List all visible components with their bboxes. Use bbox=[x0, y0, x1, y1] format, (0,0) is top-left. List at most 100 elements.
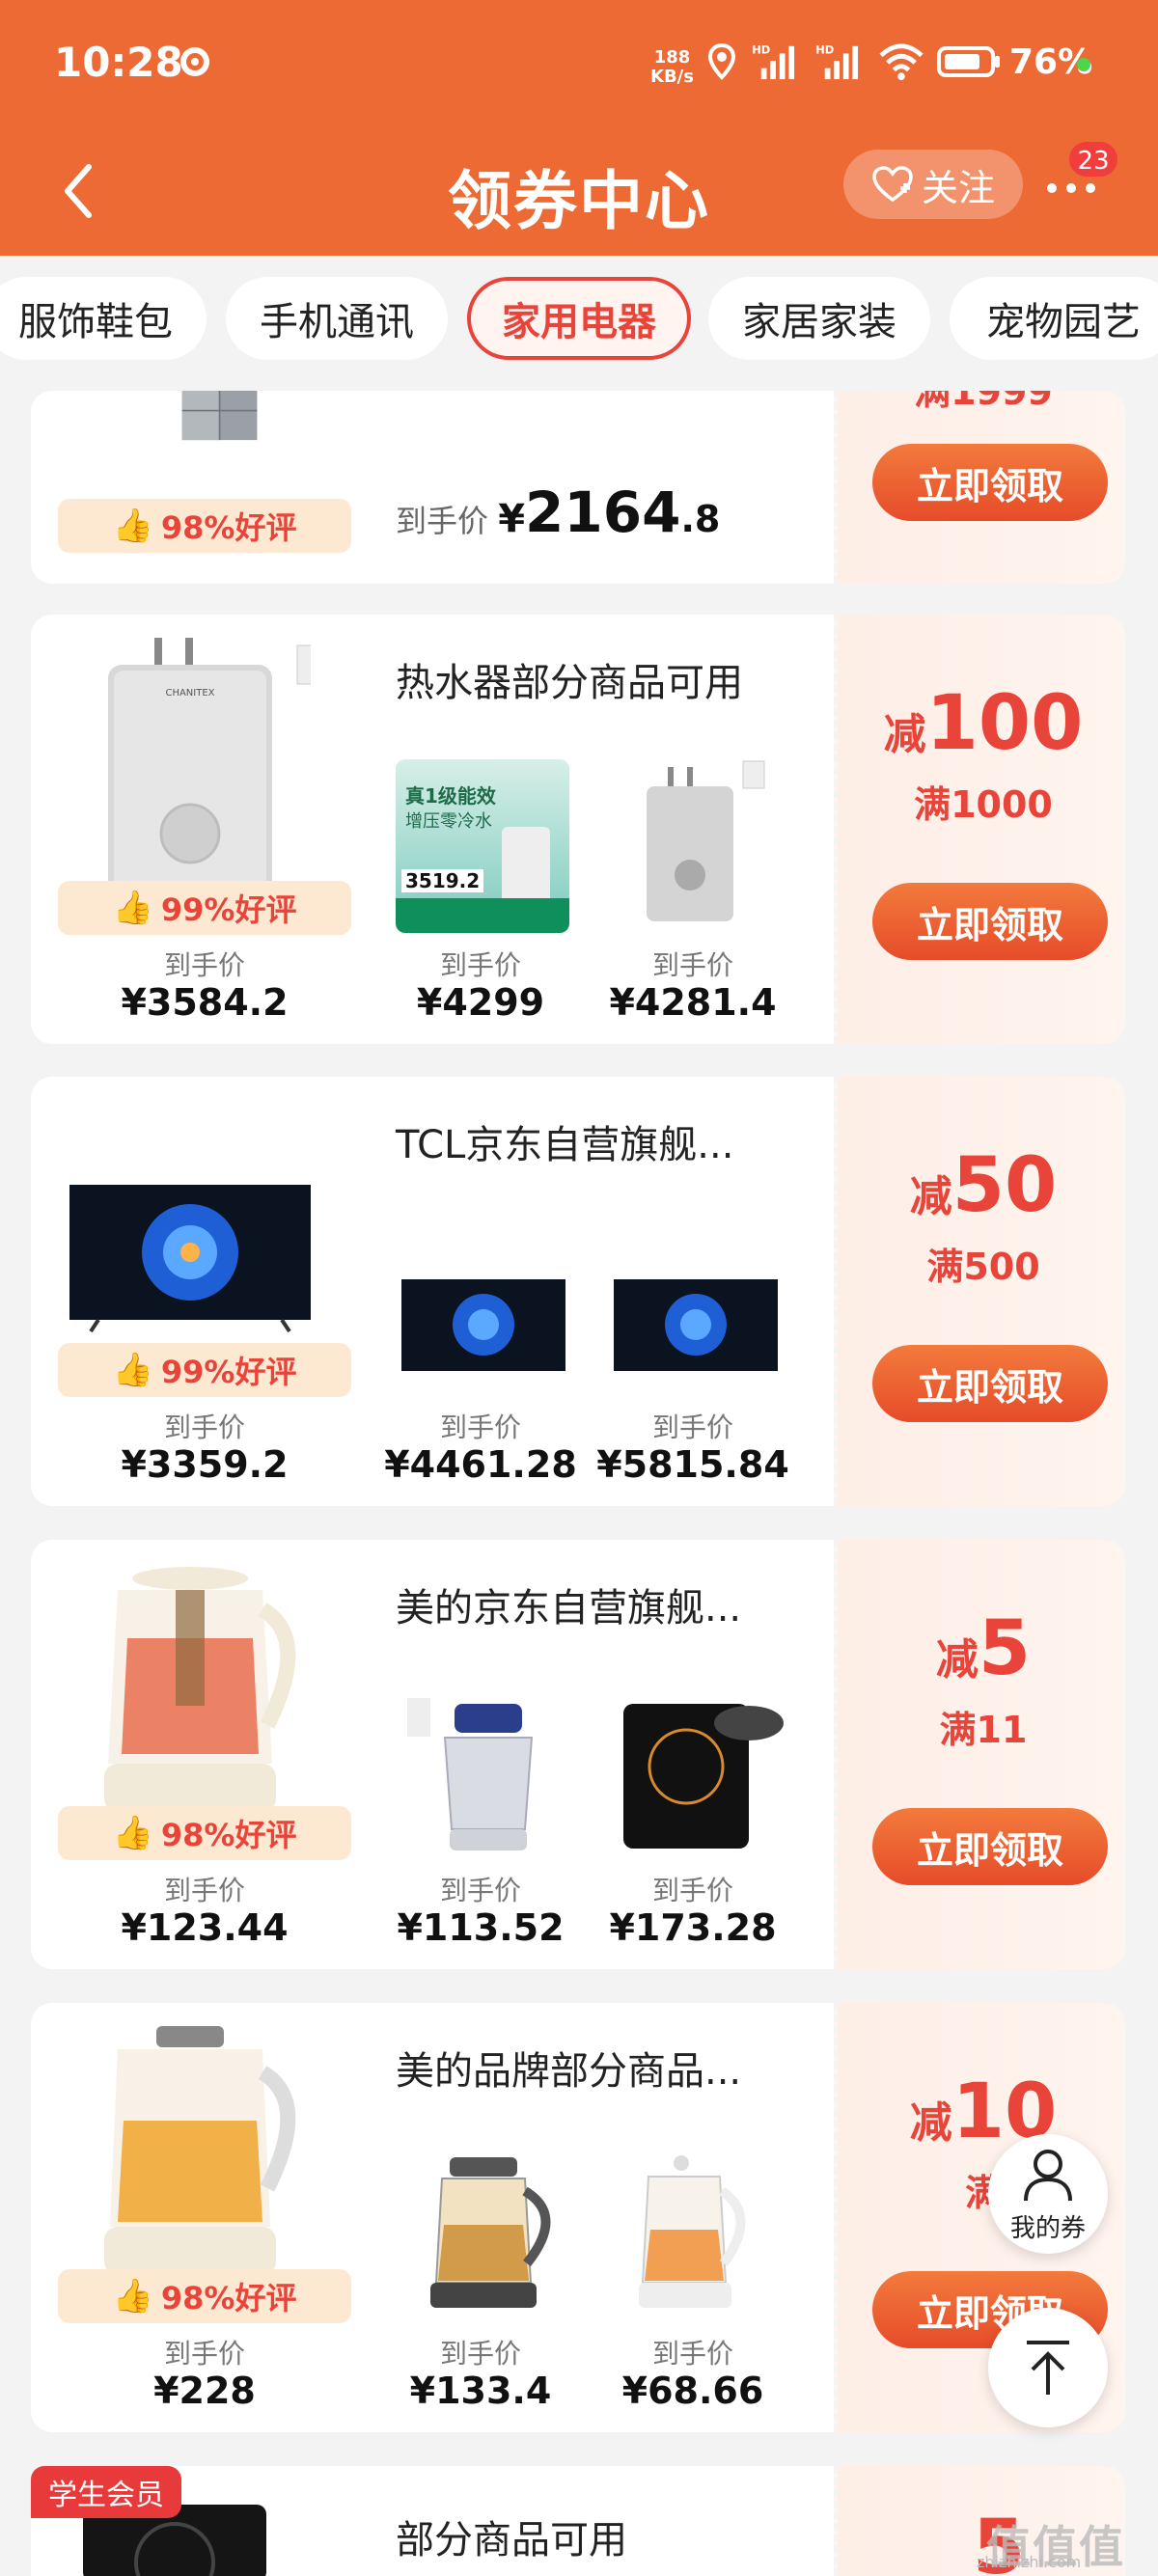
tab-home-decor[interactable]: 家居家装 bbox=[708, 277, 930, 360]
kettle-image bbox=[639, 2155, 746, 2308]
charging-dot bbox=[1077, 58, 1090, 71]
price-label: 到手价 bbox=[651, 1411, 733, 1443]
tv-image bbox=[69, 1185, 311, 1333]
price-value: ¥113.52 bbox=[397, 1906, 565, 1949]
price-value: ¥173.28 bbox=[609, 1906, 777, 1949]
coupon-threshold: 满500 bbox=[926, 1246, 1040, 1288]
header: 10:28 188 KB/s HD HD 76% 领券中心 关注 23 bbox=[0, 0, 1158, 256]
tv-image bbox=[614, 1279, 778, 1371]
rating-badge: 👍 99%好评 bbox=[58, 1343, 351, 1397]
category-tabs: 服饰鞋包 手机通讯 家用电器 家居家装 宠物园艺 bbox=[0, 256, 1158, 391]
my-coupons-button[interactable]: 我的券 bbox=[988, 2134, 1108, 2254]
price-label: 到手价 bbox=[651, 1875, 733, 1906]
induction-cooker-image bbox=[623, 1704, 784, 1849]
location-icon bbox=[707, 42, 736, 80]
price-label: 到手价 bbox=[439, 1875, 521, 1906]
claim-button[interactable]: 立即领取 bbox=[872, 444, 1108, 521]
wifi-icon bbox=[879, 43, 924, 81]
watermark-url: zhizhizhi.com bbox=[977, 2553, 1082, 2571]
price-label: 到手价 bbox=[163, 949, 245, 981]
signal-2-icon: HD bbox=[815, 42, 859, 80]
svg-text:HD: HD bbox=[815, 42, 834, 56]
price-value: ¥4299 bbox=[416, 981, 545, 1024]
arrow-up-icon bbox=[1027, 2341, 1069, 2395]
signal-1-icon: HD bbox=[752, 42, 795, 80]
svg-text:CHANITEX: CHANITEX bbox=[165, 688, 214, 699]
tv-image bbox=[401, 1279, 565, 1371]
coupon-title: 热水器部分商品可用 bbox=[396, 661, 743, 705]
student-member-badge: 学生会员 bbox=[31, 2466, 181, 2518]
price-value: ¥133.4 bbox=[409, 2370, 552, 2412]
coupon-discount: 减10 bbox=[909, 2069, 1058, 2155]
status-time: 10:28 bbox=[54, 39, 183, 86]
coupon-card: 👍 98%好评 美的品牌部分商品... 到手价 ¥228 到手价 ¥133.4 … bbox=[31, 2003, 1125, 2432]
claim-button[interactable]: 立即领取 bbox=[872, 1345, 1108, 1422]
rating-badge: 👍 98%好评 bbox=[58, 2269, 351, 2323]
price-value: ¥4461.28 bbox=[384, 1443, 577, 1486]
coupon-discount: 减50 bbox=[909, 1142, 1058, 1229]
coupon-side: 减50 满500 立即领取 bbox=[834, 1077, 1125, 1506]
thumbs-up-icon: 👍 bbox=[112, 889, 153, 927]
app-notification-icon bbox=[180, 47, 209, 76]
coupon-products: 👍 99%好评 TCL京东自营旗舰... 到手价 ¥3359.2 到手价 ¥44… bbox=[31, 1077, 834, 1506]
tab-home-appliances[interactable]: 家用电器 bbox=[467, 277, 691, 360]
price-value: ¥123.44 bbox=[121, 1906, 289, 1949]
thumbs-up-icon: 👍 bbox=[112, 1814, 153, 1852]
coupon-threshold: 满1000 bbox=[914, 783, 1053, 826]
coupon-card: 👍 98%好评 到手价 ¥2164.8 满1999 立即领取 bbox=[31, 391, 1125, 584]
price-label: 到手价 bbox=[439, 949, 521, 981]
price-label: 到手价 bbox=[163, 1875, 245, 1906]
price-label: 到手价 bbox=[651, 949, 733, 981]
coupon-title: TCL京东自营旗舰... bbox=[396, 1123, 734, 1167]
coupon-products: 👍 98%好评 美的品牌部分商品... 到手价 ¥228 到手价 ¥133.4 … bbox=[31, 2003, 834, 2432]
follow-label: 关注 bbox=[921, 166, 995, 209]
follow-button[interactable]: 关注 bbox=[843, 150, 1023, 219]
health-kettle-image bbox=[104, 2026, 296, 2275]
status-bar: 10:28 188 KB/s HD HD 76% bbox=[0, 0, 1158, 130]
water-heater-ad-image: 真1级能效 增压零冷水 3519.2 bbox=[396, 759, 569, 933]
claim-button[interactable]: 立即领取 bbox=[872, 883, 1108, 960]
coupon-threshold: 满1999 bbox=[914, 391, 1053, 413]
price-value: ¥4281.4 bbox=[609, 981, 777, 1024]
coupon-card: 部分商品可用 5 bbox=[31, 2466, 1125, 2576]
final-price: 到手价 ¥2164.8 bbox=[396, 480, 721, 545]
coupon-card: 👍 99%好评 TCL京东自营旗舰... 到手价 ¥3359.2 到手价 ¥44… bbox=[31, 1077, 1125, 1506]
coupon-title: 美的品牌部分商品... bbox=[396, 2049, 742, 2094]
health-kettle-image bbox=[104, 1567, 296, 1812]
nav-bar: 领券中心 关注 23 bbox=[0, 130, 1158, 256]
price-value: ¥228 bbox=[153, 2370, 256, 2412]
thumbs-up-icon: 👍 bbox=[112, 2277, 153, 2316]
tab-apparel[interactable]: 服饰鞋包 bbox=[0, 277, 207, 360]
thumbs-up-icon: 👍 bbox=[112, 507, 153, 545]
coupon-discount: 减5 bbox=[935, 1605, 1032, 1692]
svg-text:HD: HD bbox=[752, 42, 770, 56]
coupon-products: CHANITEX 👍 99%好评 热水器部分商品可用 真1级能效 增压零冷水 3… bbox=[31, 615, 834, 1044]
coupon-products: 👍 98%好评 到手价 ¥2164.8 bbox=[31, 391, 834, 584]
battery-icon bbox=[937, 46, 1000, 77]
back-to-top-button[interactable] bbox=[988, 2308, 1108, 2427]
price-value: ¥3359.2 bbox=[121, 1443, 289, 1486]
rating-badge: 👍 98%好评 bbox=[58, 1806, 351, 1860]
price-label: 到手价 bbox=[439, 2338, 521, 2370]
claim-button[interactable]: 立即领取 bbox=[872, 1808, 1108, 1885]
price-value: ¥3584.2 bbox=[121, 981, 289, 1024]
coupon-side: 减100 满1000 立即领取 bbox=[834, 615, 1125, 1044]
coupon-threshold: 满11 bbox=[939, 1709, 1028, 1751]
person-icon bbox=[1024, 2149, 1072, 2201]
coupon-card: CHANITEX 👍 99%好评 热水器部分商品可用 真1级能效 增压零冷水 3… bbox=[31, 615, 1125, 1044]
water-heater-image: CHANITEX bbox=[108, 638, 311, 896]
coupon-card: 👍 98%好评 美的京东自营旗舰... 到手价 ¥123.44 到手价 ¥113… bbox=[31, 1540, 1125, 1969]
message-count-badge: 23 bbox=[1067, 140, 1119, 178]
tab-phones[interactable]: 手机通讯 bbox=[226, 277, 448, 360]
coupon-title: 部分商品可用 bbox=[396, 2518, 627, 2562]
tab-pets-garden[interactable]: 宠物园艺 bbox=[950, 277, 1158, 360]
meat-grinder-image bbox=[407, 1698, 534, 1850]
rating-badge: 👍 99%好评 bbox=[58, 881, 351, 935]
coupon-title: 美的京东自营旗舰... bbox=[396, 1586, 742, 1631]
coupon-side: 满1999 立即领取 bbox=[834, 391, 1125, 584]
coupon-products: 👍 98%好评 美的京东自营旗舰... 到手价 ¥123.44 到手价 ¥113… bbox=[31, 1540, 834, 1969]
water-heater-image bbox=[647, 760, 765, 921]
price-label: 到手价 bbox=[163, 1411, 245, 1443]
price-label: 到手价 bbox=[439, 1411, 521, 1443]
price-value: ¥5815.84 bbox=[596, 1443, 789, 1486]
